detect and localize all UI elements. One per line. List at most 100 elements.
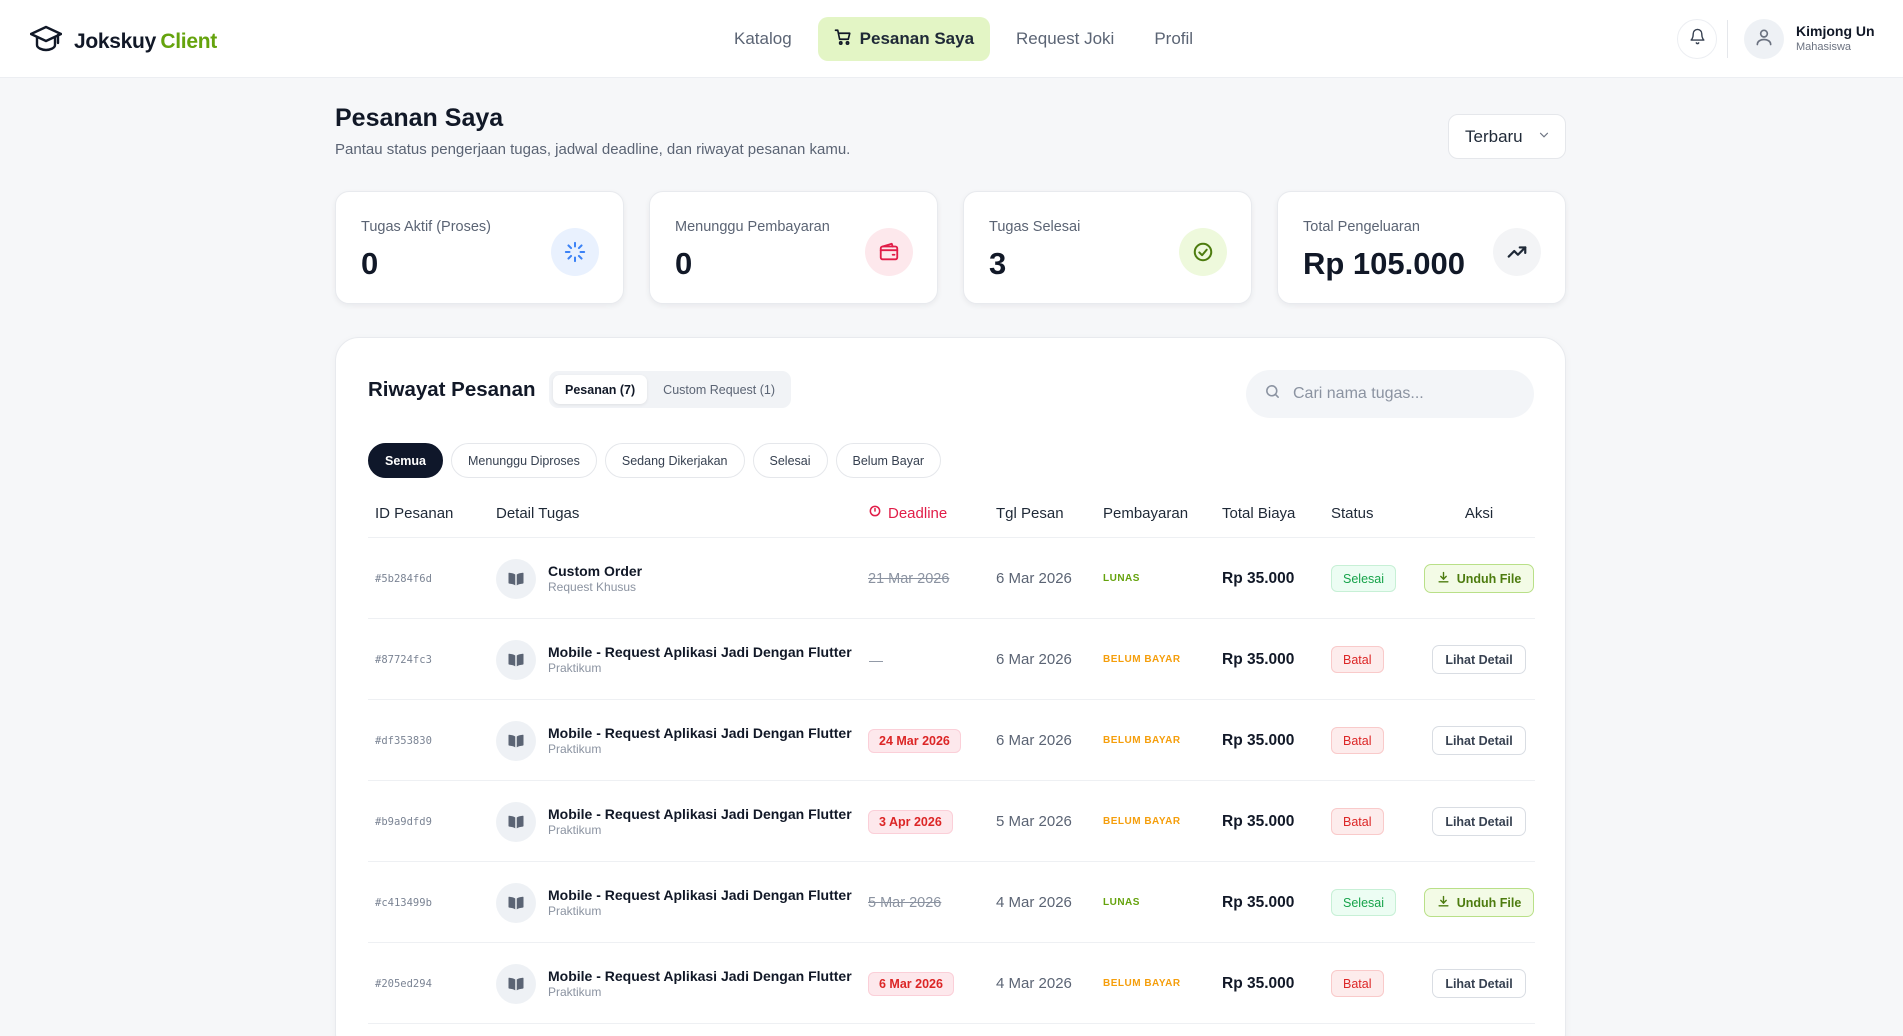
total-price: Rp 35.000 [1222, 731, 1295, 749]
nav-item-pesanan-saya[interactable]: Pesanan Saya [817, 17, 991, 61]
brand-logo[interactable]: Jokskuy Client [29, 24, 217, 59]
check-circle-icon [1179, 228, 1227, 276]
view-detail-button[interactable]: Lihat Detail [1432, 807, 1526, 836]
filter-semua[interactable]: Semua [368, 443, 443, 478]
table-row: #df353830 Mobile - Request Aplikasi Jadi … [368, 700, 1535, 781]
deadline-date: 21 Mar 2026 [868, 570, 950, 587]
table-row: #b9a9dfd9 Mobile - Request Aplikasi Jadi … [368, 781, 1535, 862]
view-detail-button[interactable]: Lihat Detail [1432, 645, 1526, 674]
tab-pesanan[interactable]: Pesanan (7) [553, 375, 648, 404]
cart-icon [834, 28, 852, 51]
order-date: 6 Mar 2026 [996, 651, 1072, 668]
deadline-cell: 24 Mar 2026 [868, 700, 961, 781]
tab-custom-request[interactable]: Custom Request (1) [651, 375, 787, 404]
stat-label: Tugas Selesai [989, 219, 1081, 235]
filter-selesai[interactable]: Selesai [752, 443, 828, 478]
task-detail: Mobile - Request Aplikasi Jadi Dengan Fl… [496, 943, 852, 1024]
bell-icon [1689, 28, 1706, 50]
stat-value: Rp 105.000 [1303, 246, 1465, 281]
deadline-cell: — [868, 619, 883, 700]
status-badge: Selesai [1331, 565, 1396, 592]
deadline-cell: 5 Mar 2026 [868, 862, 941, 943]
action-cell: Lihat Detail [1418, 700, 1540, 781]
main-nav: Katalog Pesanan Saya Request Joki Profil [720, 17, 1207, 61]
table-row: #205ed294 Mobile - Request Aplikasi Jadi … [368, 943, 1535, 1024]
view-detail-button[interactable]: Lihat Detail [1432, 726, 1526, 755]
history-title: Riwayat Pesanan [368, 378, 536, 401]
view-detail-button[interactable]: Lihat Detail [1432, 969, 1526, 998]
stat-value: 0 [675, 246, 693, 281]
table-row: #5b284f6d Custom Order Request Khusus 21 Ma… [368, 538, 1535, 619]
book-icon [496, 720, 536, 761]
filter-sedang-dikerjakan[interactable]: Sedang Dikerjakan [604, 443, 745, 478]
deadline-badge: 24 Mar 2026 [868, 728, 961, 753]
stat-label: Total Pengeluaran [1303, 219, 1420, 235]
alarm-icon [868, 504, 882, 522]
brand-accent: Client [160, 29, 217, 53]
stat-card-awaiting-payment: Menunggu Pembayaran 0 [649, 191, 938, 304]
stat-label: Tugas Aktif (Proses) [361, 219, 492, 235]
filter-menunggu-diproses[interactable]: Menunggu Diproses [451, 443, 597, 478]
download-file-button[interactable]: Unduh File [1423, 564, 1535, 593]
avatar [1744, 19, 1784, 59]
task-name: Mobile - Request Aplikasi Jadi Dengan Fl… [548, 805, 852, 822]
nav-item-label: Katalog [734, 29, 792, 48]
chevron-down-icon [1537, 127, 1551, 147]
graduation-cap-icon [29, 24, 63, 59]
user-name: Kimjong Un [1796, 23, 1875, 39]
stat-card-total-spending: Total Pengeluaran Rp 105.000 [1277, 191, 1566, 304]
search-input[interactable] [1293, 385, 1513, 403]
payment-status: BELUM BAYAR [1103, 654, 1181, 665]
nav-item-request-joki[interactable]: Request Joki [1002, 17, 1128, 61]
task-name: Custom Order [548, 562, 643, 579]
search-icon [1264, 383, 1281, 405]
notification-button[interactable] [1677, 19, 1717, 59]
page-subtitle: Pantau status pengerjaan tugas, jadwal d… [335, 141, 851, 158]
user-icon [1754, 27, 1774, 52]
filter-belum-bayar[interactable]: Belum Bayar [835, 443, 942, 478]
status-cell: Selesai [1331, 538, 1396, 619]
status-badge: Batal [1331, 808, 1384, 835]
deadline-badge: 6 Mar 2026 [868, 971, 954, 996]
order-id: #c413499b [375, 896, 432, 909]
status-cell: Batal [1331, 943, 1384, 1024]
status-cell: Batal [1331, 700, 1384, 781]
nav-item-profil[interactable]: Profil [1140, 17, 1207, 61]
stat-label: Menunggu Pembayaran [675, 219, 830, 235]
order-history-card: Riwayat Pesanan Pesanan (7) Custom Reque… [335, 337, 1566, 1036]
history-tabs: Pesanan (7) Custom Request (1) [549, 371, 792, 408]
order-date: 6 Mar 2026 [996, 570, 1072, 587]
download-file-button[interactable]: Unduh File [1423, 888, 1535, 917]
task-name: Mobile - Request Aplikasi Jadi Dengan Fl… [548, 967, 852, 984]
stat-value: 3 [989, 246, 1007, 281]
page-title: Pesanan Saya [335, 104, 504, 132]
user-menu[interactable]: Kimjong Un Mahasiswa [1744, 19, 1875, 59]
nav-item-katalog[interactable]: Katalog [720, 17, 806, 61]
col-aksi: Aksi [1464, 504, 1494, 522]
button-label: Unduh File [1456, 571, 1522, 586]
order-id: #df353830 [375, 734, 432, 747]
deadline-cell: 3 Apr 2026 [868, 781, 953, 862]
status-cell: Batal [1331, 781, 1384, 862]
task-detail: Mobile - Request Aplikasi Jadi Dengan Fl… [496, 700, 852, 781]
user-role: Mahasiswa [1796, 41, 1852, 53]
col-deadline: Deadline [868, 488, 947, 538]
deadline-badge: 3 Apr 2026 [868, 809, 953, 834]
order-id: #87724fc3 [375, 653, 432, 666]
deadline-cell: 21 Mar 2026 [868, 538, 949, 619]
task-category: Praktikum [548, 741, 602, 756]
status-cell: Batal [1331, 619, 1384, 700]
deadline-empty: — [869, 651, 883, 668]
button-label: Unduh File [1456, 895, 1522, 910]
order-date: 4 Mar 2026 [996, 894, 1072, 911]
task-detail: Mobile - Request Aplikasi Jadi Dengan Fl… [496, 862, 852, 943]
sort-select[interactable]: Terbaru [1448, 114, 1566, 159]
payment-status: BELUM BAYAR [1103, 816, 1181, 827]
col-pembayaran: Pembayaran [1103, 504, 1189, 522]
task-detail: Mobile - Request Aplikasi Jadi Dengan Fl… [496, 781, 852, 862]
order-date: 4 Mar 2026 [996, 975, 1072, 992]
total-price: Rp 35.000 [1222, 650, 1295, 668]
download-icon [1437, 895, 1450, 911]
task-category: Praktikum [548, 984, 602, 999]
action-cell: Lihat Detail [1418, 619, 1540, 700]
